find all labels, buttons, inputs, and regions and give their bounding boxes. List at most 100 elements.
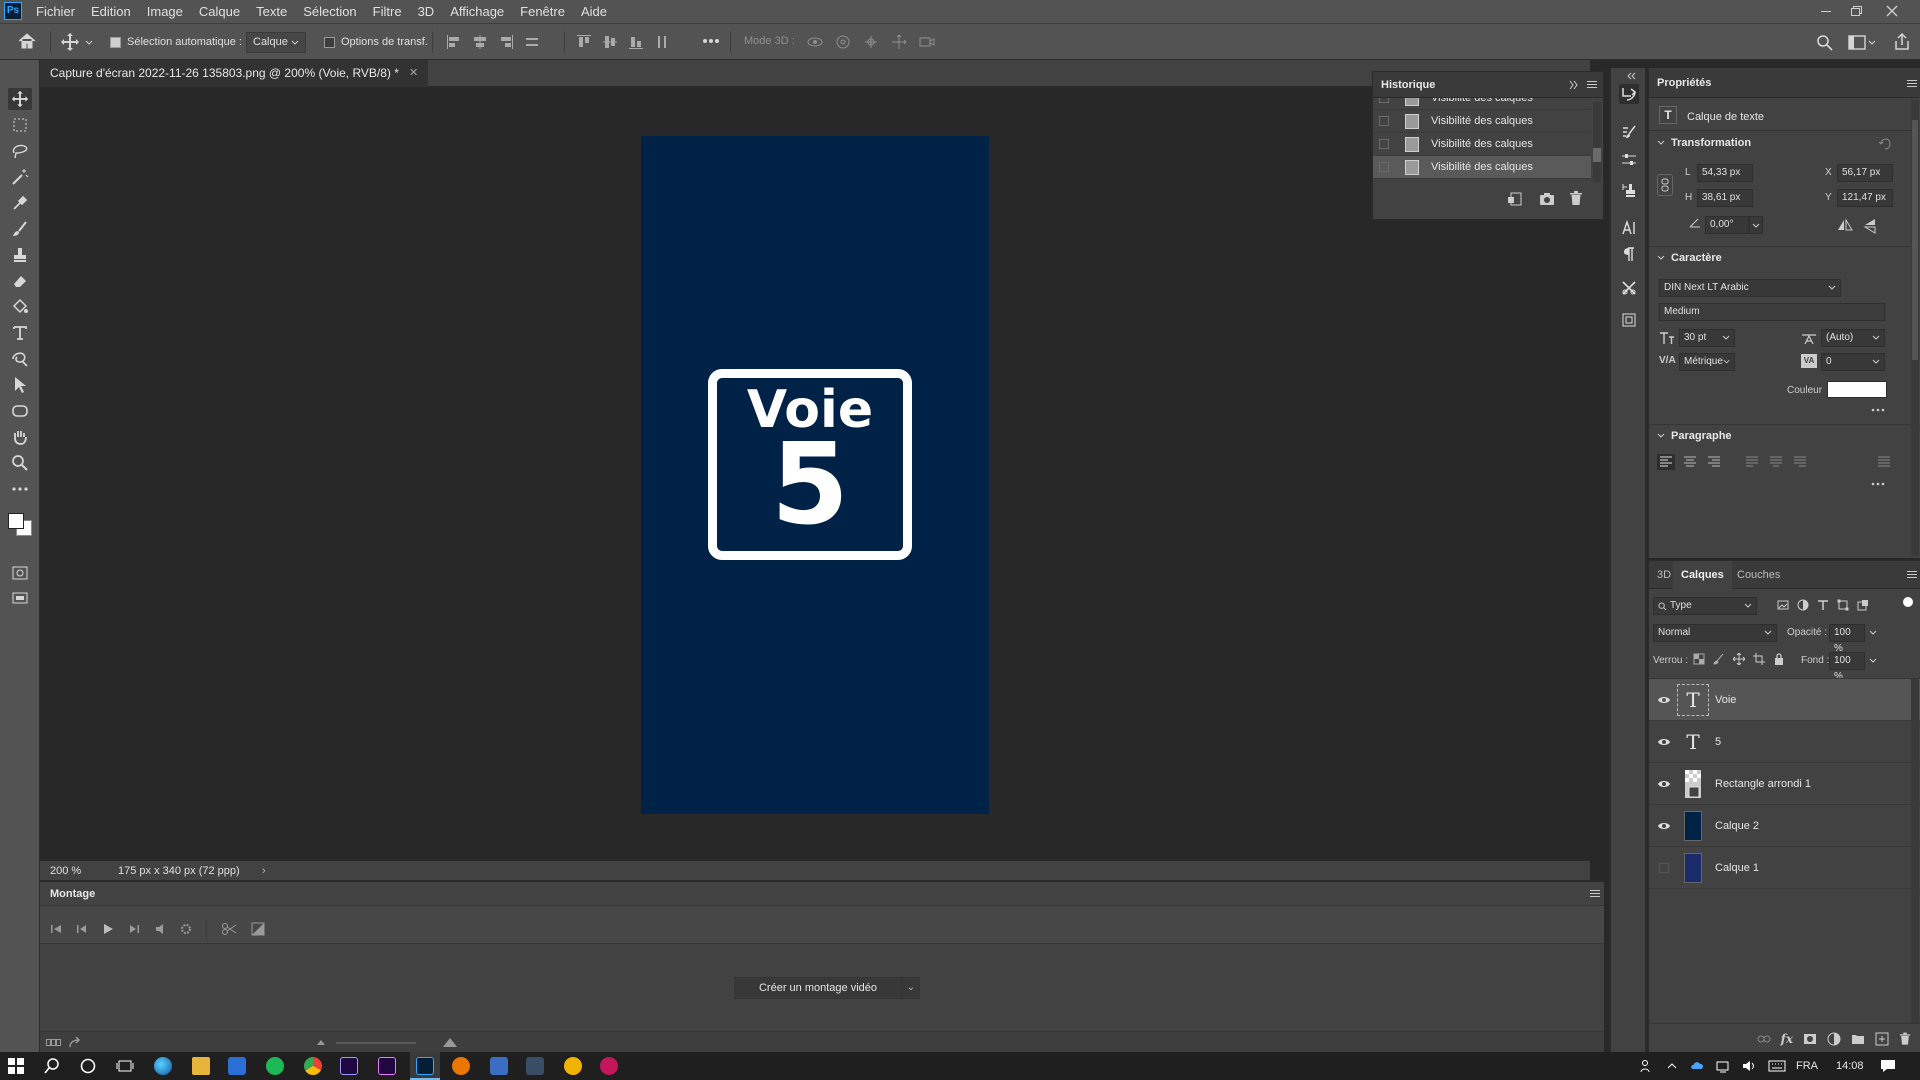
eye-icon[interactable] (1657, 735, 1671, 749)
y-field[interactable]: 121,47 px (1837, 189, 1893, 207)
people-icon[interactable] (1640, 1059, 1654, 1073)
new-adjustment-layer-icon[interactable] (1827, 1032, 1841, 1046)
filter-pixel-icon[interactable] (1777, 599, 1789, 611)
lock-artboard-icon[interactable] (1753, 653, 1765, 665)
tracking-field[interactable]: 0 (1821, 353, 1885, 371)
history-snapshot-checkbox[interactable] (1379, 116, 1389, 126)
auto-select-target-dropdown[interactable]: Calque (246, 32, 306, 53)
minimize-button[interactable] (1812, 0, 1840, 23)
angle-dropdown[interactable] (1749, 216, 1763, 234)
align-text-right-icon[interactable] (1705, 454, 1723, 470)
close-tab-icon[interactable]: ✕ (409, 60, 418, 87)
history-title[interactable]: Historique (1381, 72, 1435, 98)
close-window-button[interactable] (1878, 0, 1906, 23)
app-icon[interactable] (490, 1057, 508, 1075)
menu-texte[interactable]: Texte (248, 0, 295, 23)
tools-presets-icon[interactable] (1619, 278, 1639, 298)
align-center-h-icon[interactable] (472, 34, 488, 50)
app-icon[interactable] (600, 1057, 618, 1075)
opacity-field[interactable]: 100 % (1829, 624, 1865, 654)
after-effects-icon[interactable] (340, 1057, 358, 1075)
eye-icon[interactable] (1657, 693, 1671, 707)
cloud-icon[interactable] (1690, 1059, 1704, 1073)
photoshop-taskbar-active[interactable] (410, 1052, 440, 1080)
stamp-tool-icon[interactable] (8, 244, 32, 266)
lock-transparency-icon[interactable] (1693, 653, 1705, 665)
quick-mask-icon[interactable] (8, 562, 32, 584)
new-group-folder-icon[interactable] (1851, 1033, 1865, 1045)
volume-icon[interactable] (1742, 1059, 1756, 1073)
character-title[interactable]: Caractère (1671, 252, 1722, 264)
scrollbar-thumb[interactable] (1912, 120, 1918, 360)
history-item[interactable]: Visibilité des calques (1373, 110, 1591, 133)
color-swatches[interactable] (6, 508, 34, 548)
pen-tool-icon[interactable] (8, 348, 32, 370)
menu-filtre[interactable]: Filtre (365, 0, 410, 23)
kerning-field[interactable]: Métrique (1679, 353, 1735, 371)
leading-field[interactable]: (Auto) (1821, 329, 1885, 347)
layers-scrollbar[interactable] (1911, 679, 1919, 1023)
auto-select-checkbox[interactable] (110, 36, 121, 48)
properties-scrollbar[interactable] (1911, 100, 1919, 556)
layer-row-voie[interactable]: T Voie (1649, 679, 1920, 721)
link-layers-icon[interactable] (1757, 1033, 1771, 1045)
eyedropper-tool-icon[interactable] (8, 192, 32, 214)
justify-last-left-icon[interactable] (1743, 454, 1761, 470)
eye-icon[interactable] (1657, 819, 1671, 833)
hand-tool-icon[interactable] (8, 426, 32, 448)
trash-icon[interactable] (1569, 191, 1583, 206)
character-panel-icon[interactable] (1619, 218, 1639, 238)
menu-3d[interactable]: 3D (410, 0, 443, 23)
chevron-down-icon[interactable] (1657, 255, 1665, 261)
app-icon[interactable] (526, 1057, 544, 1075)
menu-edition[interactable]: Edition (83, 0, 139, 23)
history-snapshot-checkbox[interactable] (1379, 98, 1389, 103)
windows-start-icon[interactable] (8, 1058, 24, 1074)
properties-title[interactable]: Propriétés (1657, 68, 1711, 98)
justify-last-center-icon[interactable] (1767, 454, 1785, 470)
trash-icon[interactable] (1899, 1032, 1911, 1046)
chevron-up-icon[interactable] (1666, 1060, 1678, 1072)
menu-aide[interactable]: Aide (573, 0, 615, 23)
menu-fenetre[interactable]: Fenêtre (512, 0, 573, 23)
foreground-color-swatch[interactable] (8, 513, 24, 529)
more-options-icon[interactable] (702, 36, 720, 46)
cortana-icon[interactable] (80, 1058, 96, 1074)
store-icon[interactable] (228, 1057, 246, 1075)
history-scrollbar[interactable] (1593, 102, 1601, 182)
x-field[interactable]: 56,17 px (1837, 164, 1893, 182)
zoom-slider[interactable] (336, 1042, 416, 1044)
flip-vertical-icon[interactable] (1863, 218, 1877, 234)
layer-row-rectangle[interactable]: Rectangle arrondi 1 (1649, 763, 1920, 805)
timeline-title[interactable]: Montage (50, 882, 95, 906)
edge-browser-icon[interactable] (154, 1057, 172, 1075)
menu-image[interactable]: Image (139, 0, 191, 23)
scrollbar-thumb[interactable] (1593, 148, 1601, 162)
create-video-timeline-button[interactable]: Créer un montage vidéo (734, 977, 902, 999)
width-field[interactable]: 54,33 px (1697, 164, 1753, 182)
paint-bucket-tool-icon[interactable] (8, 296, 32, 318)
text-tool-icon[interactable] (8, 322, 32, 344)
document-tab[interactable]: Capture d'écran 2022-11-26 135803.png @ … (40, 60, 429, 87)
search-icon[interactable] (1816, 34, 1834, 52)
brush-tool-icon[interactable] (8, 218, 32, 240)
distribute-h-icon[interactable] (524, 34, 540, 50)
workspace-icon[interactable] (1848, 34, 1876, 52)
font-style-dropdown[interactable]: Medium (1659, 303, 1885, 321)
chevron-down-icon[interactable] (85, 40, 93, 46)
layer-filter-dropdown[interactable]: Type (1653, 597, 1757, 615)
brush-settings-icon[interactable] (1619, 122, 1639, 142)
lock-all-icon[interactable] (1773, 653, 1785, 665)
orbit-3d-icon[interactable] (806, 34, 824, 50)
layer-row-calque-1[interactable]: Calque 1 (1649, 847, 1920, 889)
fill-field[interactable]: 100 % (1829, 652, 1865, 682)
slide-3d-icon[interactable] (890, 34, 908, 50)
zoom-out-mountain-icon[interactable] (316, 1038, 326, 1046)
chevron-down-icon[interactable] (1657, 140, 1665, 146)
flip-horizontal-icon[interactable] (1837, 218, 1853, 232)
camera-3d-icon[interactable] (918, 34, 936, 50)
layer-row-calque-2[interactable]: Calque 2 (1649, 805, 1920, 847)
render-video-icon[interactable] (68, 1037, 82, 1049)
align-text-center-icon[interactable] (1681, 454, 1699, 470)
chrome-icon[interactable] (304, 1057, 322, 1075)
